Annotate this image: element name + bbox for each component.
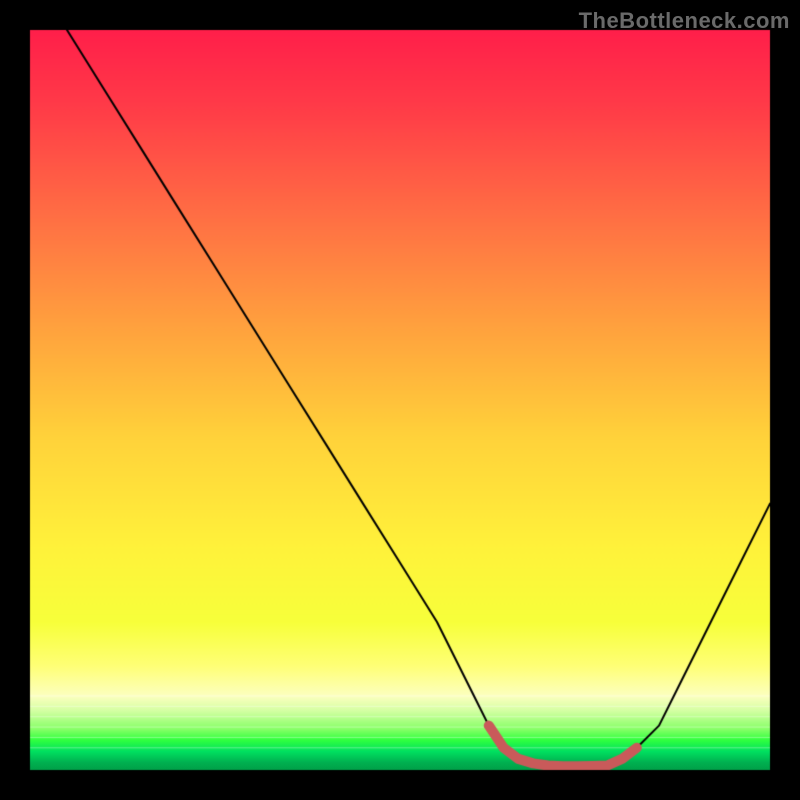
chart-stage: TheBottleneck.com	[0, 0, 800, 800]
bottleneck-curve-chart	[0, 0, 800, 800]
